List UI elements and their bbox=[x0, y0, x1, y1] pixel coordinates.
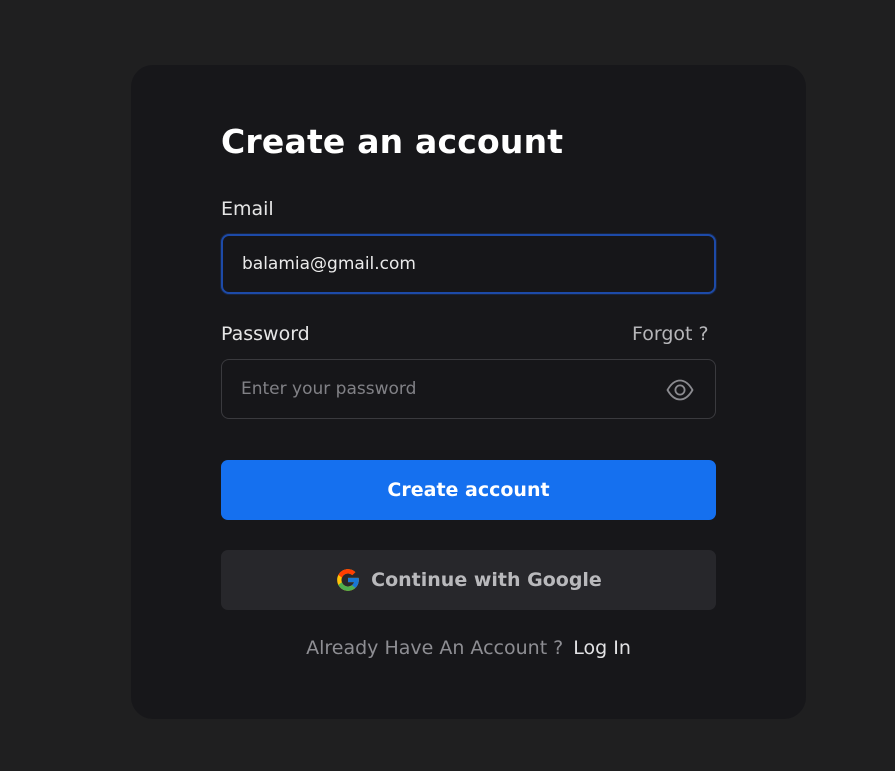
continue-with-google-button[interactable]: Continue with Google bbox=[221, 550, 716, 610]
email-field-container bbox=[221, 234, 716, 294]
already-have-account-text: Already Have An Account ? bbox=[306, 637, 564, 659]
forgot-password-link[interactable]: Forgot ? bbox=[632, 323, 709, 345]
continue-with-google-label: Continue with Google bbox=[371, 569, 602, 591]
login-prompt: Already Have An Account ? Log In bbox=[0, 637, 895, 659]
email-input[interactable] bbox=[242, 236, 662, 292]
password-label: Password bbox=[221, 323, 310, 345]
create-account-button[interactable]: Create account bbox=[221, 460, 716, 520]
login-link[interactable]: Log In bbox=[573, 637, 631, 659]
email-label: Email bbox=[221, 198, 274, 220]
create-account-label: Create account bbox=[387, 479, 550, 501]
password-field-container bbox=[221, 359, 716, 419]
eye-icon[interactable] bbox=[665, 375, 695, 405]
page-title: Create an account bbox=[221, 122, 564, 161]
password-input[interactable] bbox=[241, 360, 661, 418]
google-icon bbox=[335, 567, 361, 593]
